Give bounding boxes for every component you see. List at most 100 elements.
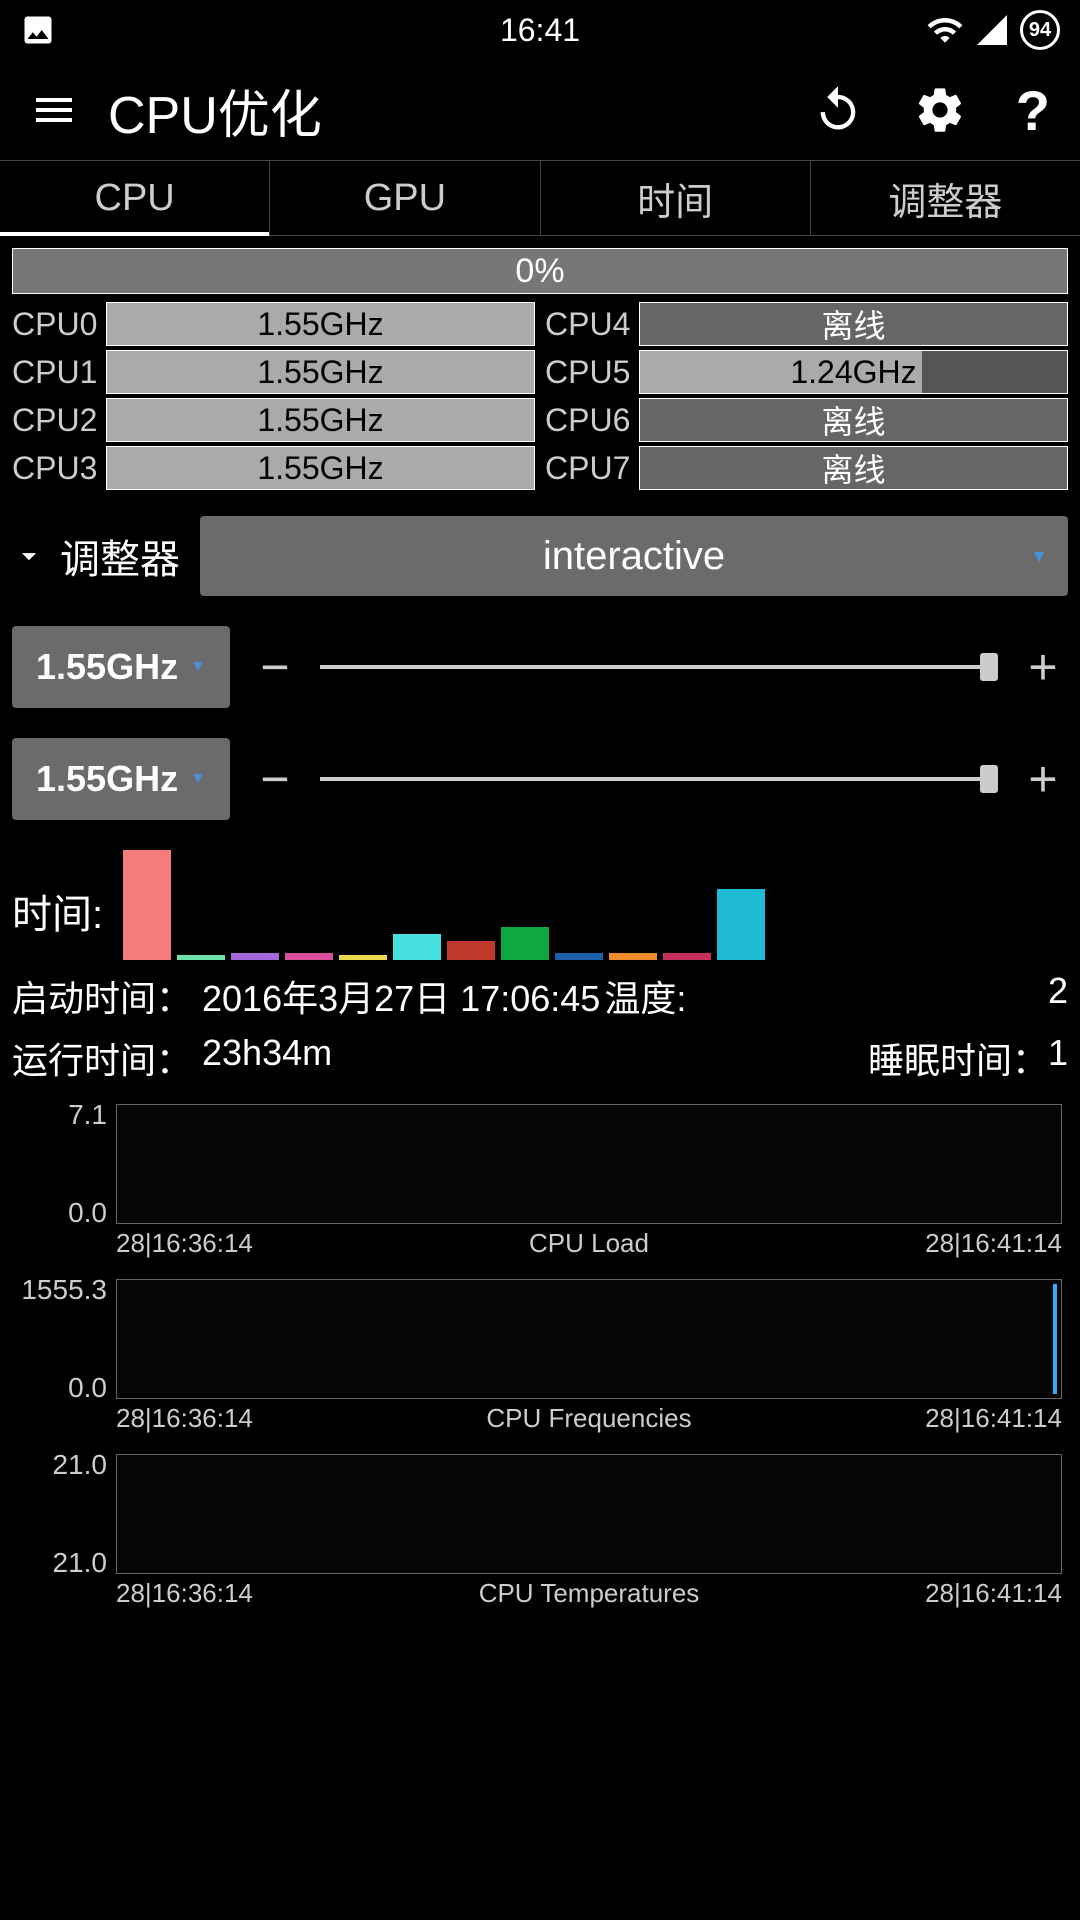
restore-button[interactable]: 关 [812, 84, 864, 136]
gear-icon [914, 84, 966, 136]
status-bar: 16:41 94 [0, 0, 1080, 60]
y-top: 7.1 [68, 1099, 117, 1131]
cpu-core-bar: 离线 [639, 398, 1068, 442]
cpu-core-label: CPU3 [12, 450, 102, 487]
time-bar [393, 934, 441, 960]
cpu-core-row: CPU7离线 [545, 446, 1068, 490]
cpu-core-bar: 1.55GHz [106, 350, 535, 394]
time-bar [285, 953, 333, 960]
mini-chart: 21.0 21.0 28|16:36:14 CPU Temperatures 2… [12, 1454, 1068, 1609]
temp-label: 温度: [604, 970, 686, 1022]
time-bar [231, 953, 279, 960]
y-bot: 0.0 [68, 1197, 117, 1229]
x-left: 28|16:36:14 [116, 1228, 253, 1259]
overall-usage-bar: 0% [12, 248, 1068, 294]
time-bar [447, 941, 495, 960]
boot-label: 启动时间： [12, 970, 192, 1022]
dropdown-arrow-icon: ▼ [1030, 546, 1048, 567]
cpu-core-bar: 1.24GHz [639, 350, 1068, 394]
time-bars [123, 850, 1068, 960]
wifi-icon [926, 11, 964, 49]
x-left: 28|16:36:14 [116, 1578, 253, 1609]
time-distribution: 时间: [12, 850, 1068, 960]
app-bar: CPU优化 关 ? [0, 60, 1080, 160]
freq-max-select[interactable]: 1.55GHz ▼ [12, 626, 230, 708]
help-button[interactable]: ? [1016, 78, 1050, 143]
cpu-core-row: CPU31.55GHz [12, 446, 535, 490]
dropdown-arrow-icon: ▼ [190, 770, 206, 788]
chart-title: CPU Temperatures [479, 1578, 700, 1609]
chevron-down-icon [12, 539, 46, 573]
cpu-core-row: CPU4离线 [545, 302, 1068, 346]
cpu-core-row: CPU6离线 [545, 398, 1068, 442]
cpu-core-label: CPU2 [12, 402, 102, 439]
menu-button[interactable] [30, 86, 78, 134]
mini-chart-box: 1555.3 0.0 [116, 1279, 1062, 1399]
mini-chart-labels: 28|16:36:14 CPU Temperatures 28|16:41:14 [116, 1578, 1062, 1609]
governor-row: 调整器 interactive ▼ [12, 516, 1068, 596]
mini-chart-labels: 28|16:36:14 CPU Frequencies 28|16:41:14 [116, 1403, 1062, 1434]
cpu-core-label: CPU7 [545, 450, 635, 487]
page-title: CPU优化 [108, 73, 782, 148]
cpu-core-row: CPU21.55GHz [12, 398, 535, 442]
uptime-value: 23h34m [202, 1032, 332, 1084]
hamburger-icon [30, 86, 78, 134]
sleep-label: 睡眠时间： [868, 1032, 1048, 1084]
settings-button[interactable] [914, 84, 966, 136]
governor-value: interactive [543, 534, 725, 579]
freq-min-slider[interactable] [320, 777, 998, 781]
time-bar [663, 953, 711, 960]
uptime-label: 运行时间： [12, 1032, 192, 1084]
restore-icon: 关 [812, 84, 864, 136]
cpu-core-label: CPU5 [545, 354, 635, 391]
freq-max-slider[interactable] [320, 665, 998, 669]
cpu-core-label: CPU6 [545, 402, 635, 439]
chart-title: CPU Frequencies [486, 1403, 691, 1434]
freq-max-decrease[interactable]: − [250, 638, 300, 696]
freq-min-decrease[interactable]: − [250, 750, 300, 808]
time-bar [177, 955, 225, 961]
freq-min-select[interactable]: 1.55GHz ▼ [12, 738, 230, 820]
sleep-value: 1 [1048, 1032, 1068, 1084]
chart-spike [1053, 1284, 1057, 1394]
temp-value: 2 [1048, 970, 1068, 1022]
dropdown-arrow-icon: ▼ [190, 658, 206, 676]
boot-value: 2016年3月27日 17:06:45 [202, 970, 600, 1022]
x-right: 28|16:41:14 [925, 1403, 1062, 1434]
cpu-core-label: CPU4 [545, 306, 635, 343]
cpu-core-bar: 1.55GHz [106, 398, 535, 442]
time-bar [717, 889, 765, 961]
cpu-core-bar: 离线 [639, 446, 1068, 490]
cpu-core-row: CPU11.55GHz [12, 350, 535, 394]
x-left: 28|16:36:14 [116, 1403, 253, 1434]
y-top: 21.0 [53, 1449, 118, 1481]
governor-select[interactable]: interactive ▼ [200, 516, 1068, 596]
boot-time-line: 启动时间： 2016年3月27日 17:06:45 温度: 2 [12, 970, 1068, 1022]
y-bot: 21.0 [53, 1547, 118, 1579]
tab-cpu[interactable]: CPU [0, 161, 270, 235]
governor-label-text: 调整器 [60, 527, 180, 585]
freq-max-value: 1.55GHz [36, 646, 178, 688]
freq-min-increase[interactable]: + [1018, 750, 1068, 808]
tab-gpu[interactable]: GPU [270, 161, 540, 235]
freq-max-increase[interactable]: + [1018, 638, 1068, 696]
y-top: 1555.3 [21, 1274, 117, 1306]
picture-icon [20, 12, 56, 48]
time-bar [339, 955, 387, 961]
tab-governor[interactable]: 调整器 [811, 161, 1080, 235]
governor-expand[interactable]: 调整器 [12, 527, 180, 585]
mini-chart-box: 7.1 0.0 [116, 1104, 1062, 1224]
mini-chart: 1555.3 0.0 28|16:36:14 CPU Frequencies 2… [12, 1279, 1068, 1434]
x-right: 28|16:41:14 [925, 1228, 1062, 1259]
freq-min-value: 1.55GHz [36, 758, 178, 800]
uptime-line: 运行时间： 23h34m 睡眠时间： 1 [12, 1032, 1068, 1084]
tab-time[interactable]: 时间 [541, 161, 811, 235]
cpu-core-row: CPU51.24GHz [545, 350, 1068, 394]
mini-chart: 7.1 0.0 28|16:36:14 CPU Load 28|16:41:14 [12, 1104, 1068, 1259]
cpu-core-bar: 1.55GHz [106, 446, 535, 490]
cpu-core-row: CPU01.55GHz [12, 302, 535, 346]
cpu-core-label: CPU1 [12, 354, 102, 391]
time-bar [609, 953, 657, 960]
tab-bar: CPU GPU 时间 调整器 [0, 160, 1080, 236]
time-bar [123, 850, 171, 960]
